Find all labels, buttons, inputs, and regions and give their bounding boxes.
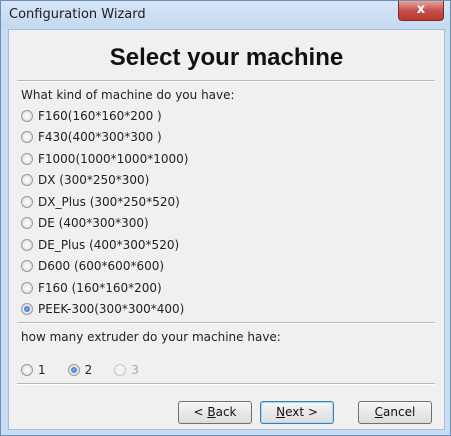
radio-icon[interactable] <box>21 153 33 165</box>
radio-icon[interactable] <box>21 110 33 122</box>
cancel-button[interactable]: Cancel <box>358 401 432 424</box>
back-button[interactable]: < Back <box>178 401 252 424</box>
machine-option-f1000[interactable]: F1000(1000*1000*1000) <box>21 150 188 168</box>
machine-option-label: DE (400*300*300) <box>38 216 149 230</box>
machine-option-dx-plus[interactable]: DX_Plus (300*250*520) <box>21 193 180 211</box>
machine-option-f430[interactable]: F430(400*300*300 ) <box>21 128 162 146</box>
machine-option-de[interactable]: DE (400*300*300) <box>21 214 149 232</box>
back-button-prefix: < <box>193 405 208 419</box>
machine-option-label: F160(160*160*200 ) <box>38 109 162 123</box>
machine-option-label: F430(400*300*300 ) <box>38 130 162 144</box>
radio-checked-icon[interactable] <box>67 364 80 376</box>
extruder-option-label: 1 <box>38 363 46 377</box>
wizard-page: Select your machine What kind of machine… <box>8 29 445 430</box>
extruder-option-2[interactable]: 2 <box>67 363 93 377</box>
divider <box>17 80 435 82</box>
machine-option-label: DX (300*250*300) <box>38 173 150 187</box>
machine-option-de-plus[interactable]: DE_Plus (400*300*520) <box>21 236 179 254</box>
extruder-question-label: how many extruder do your machine have: <box>21 330 281 344</box>
extruder-option-label: 3 <box>131 363 139 377</box>
radio-icon[interactable] <box>21 196 33 208</box>
machine-question-label: What kind of machine do you have: <box>21 88 235 102</box>
next-button-mnemonic: N <box>276 405 286 419</box>
back-button-label: ack <box>215 405 237 419</box>
extruder-option-label: 2 <box>84 363 93 377</box>
radio-checked-icon[interactable] <box>21 303 33 315</box>
next-button[interactable]: Next > <box>260 401 334 424</box>
radio-icon[interactable] <box>21 239 33 251</box>
page-title: Select your machine <box>109 44 344 71</box>
cancel-button-mnemonic: C <box>374 405 384 419</box>
wizard-window: Configuration Wizard x Select your machi… <box>0 0 451 436</box>
next-button-label: ext > <box>285 405 318 419</box>
divider <box>17 383 435 385</box>
machine-option-f160-b[interactable]: F160 (160*160*200) <box>21 279 162 297</box>
machine-option-d600[interactable]: D600 (600*600*600) <box>21 257 164 275</box>
radio-icon[interactable] <box>21 174 33 186</box>
machine-option-label: D600 (600*600*600) <box>38 259 165 273</box>
extruder-option-1[interactable]: 1 <box>21 363 46 377</box>
extruder-option-3: 3 <box>114 363 139 377</box>
radio-icon[interactable] <box>21 260 33 272</box>
machine-option-label: DX_Plus (300*250*520) <box>38 195 180 209</box>
extruder-options: 1 2 3 <box>21 361 161 379</box>
divider <box>17 322 435 324</box>
close-icon: x <box>416 2 426 17</box>
back-button-mnemonic: B <box>207 405 216 419</box>
machine-option-dx[interactable]: DX (300*250*300) <box>21 171 149 189</box>
radio-icon[interactable] <box>21 131 33 143</box>
machine-option-label: PEEK-300(300*300*400) <box>38 302 185 316</box>
radio-icon[interactable] <box>21 217 33 229</box>
machine-option-peek-300[interactable]: PEEK-300(300*300*400) <box>21 300 184 318</box>
machine-option-label: F1000(1000*1000*1000) <box>38 152 189 166</box>
close-button[interactable]: x <box>398 1 444 21</box>
cancel-button-label: ancel <box>383 405 416 419</box>
machine-option-f160[interactable]: F160(160*160*200 ) <box>21 107 162 125</box>
radio-icon[interactable] <box>21 364 33 376</box>
machine-option-label: DE_Plus (400*300*520) <box>38 238 180 252</box>
window-title: Configuration Wizard <box>9 7 146 22</box>
machine-option-label: F160 (160*160*200) <box>38 281 162 295</box>
title-bar[interactable]: Configuration Wizard x <box>1 1 450 29</box>
radio-icon[interactable] <box>21 282 33 294</box>
radio-disabled-icon <box>114 364 127 376</box>
